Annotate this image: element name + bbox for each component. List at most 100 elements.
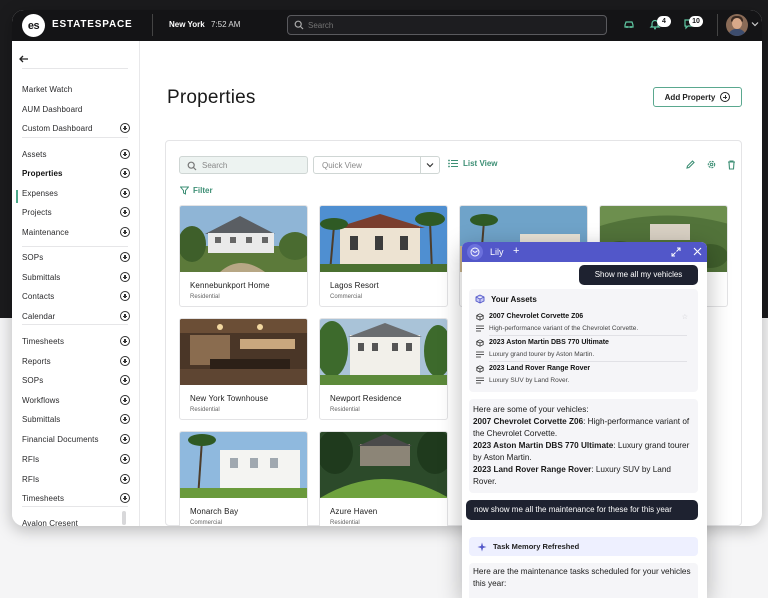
chat-header: Lily + [462,242,707,262]
sidebar-item[interactable]: Projects [22,204,130,220]
sidebar-item[interactable]: Maintenance [22,224,130,240]
sidebar-item[interactable]: AUM Dashboard [22,101,130,117]
global-search[interactable] [287,15,607,35]
plus-circle-icon[interactable] [120,227,130,237]
property-card[interactable]: New York Townhouse Residential [179,318,308,420]
sidebar-item[interactable]: Expenses [22,185,130,201]
property-name: New York Townhouse [190,394,269,403]
page-title: Properties [167,87,256,108]
property-card[interactable]: Newport Residence Residential [319,318,448,420]
property-photo [180,206,307,272]
property-type: Residential [190,407,220,413]
sidebar-item-label: Calendar [22,311,56,321]
plus-circle-icon[interactable] [120,207,130,217]
plus-circle-icon[interactable] [120,454,130,464]
sidebar-item[interactable]: Timesheets [22,490,130,506]
plus-circle-icon[interactable] [120,395,130,405]
filter-button[interactable]: Filter [180,186,213,195]
sidebar-item-label: RFIs [22,474,40,484]
list-view-toggle[interactable]: List View [448,159,498,168]
plus-circle-icon [720,92,731,102]
quick-view-select[interactable]: Quick View [313,156,440,174]
sidebar-item-label: SOPs [22,375,44,385]
sidebar: Market Watch AUM Dashboard Custom Dashboar… [12,41,140,526]
sidebar-item-label: SOPs [22,252,44,262]
cube-icon [475,294,485,304]
property-search[interactable]: Search [179,156,308,174]
sidebar-item[interactable]: Custom Dashboard [22,120,130,136]
property-name: Newport Residence [330,394,402,403]
brand-logo[interactable]: es [22,14,45,37]
property-card[interactable]: Monarch Bay Commercial [179,431,308,526]
car-icon[interactable] [623,18,635,30]
user-message: now show me all the maintenance for thes… [466,500,698,520]
plus-circle-icon[interactable] [120,252,130,262]
sidebar-item-label: Projects [22,207,52,217]
sidebar-item[interactable]: RFIs [22,471,130,487]
plus-circle-icon[interactable] [120,434,130,444]
sidebar-divider [22,324,128,325]
sidebar-item[interactable]: Assets [22,146,130,162]
sidebar-item[interactable]: Submittals [22,411,130,427]
avatar[interactable] [726,14,748,36]
chat-title: Lily [490,247,504,257]
plus-circle-icon[interactable] [120,375,130,385]
sidebar-item-label: Workflows [22,395,60,405]
sidebar-item[interactable]: Avalon Cresent [22,515,130,527]
sidebar-item-label: Custom Dashboard [22,123,93,133]
sidebar-item-label: Submittals [22,272,61,282]
sidebar-item[interactable]: Properties [22,165,130,181]
active-indicator [16,190,18,203]
global-search-input[interactable] [308,18,598,32]
sidebar-item[interactable]: Submittals [22,269,130,285]
lily-logo-icon [467,244,483,260]
property-name: Azure Haven [330,507,378,516]
expand-icon[interactable] [671,247,681,257]
sidebar-divider [22,506,128,507]
arrow-left-icon[interactable] [18,53,30,65]
sidebar-item[interactable]: SOPs [22,372,130,388]
sidebar-item[interactable]: Market Watch [22,81,130,97]
gear-icon[interactable] [706,159,717,170]
sidebar-item[interactable]: Financial Documents [22,431,130,447]
sidebar-scrollbar[interactable] [122,511,126,525]
list-icon [448,159,458,168]
notification-badge: 4 [657,16,671,27]
property-card[interactable]: Lagos Resort Commercial [319,205,448,307]
plus-circle-icon[interactable] [120,474,130,484]
filter-label: Filter [193,186,213,195]
plus-circle-icon[interactable] [120,149,130,159]
plus-circle-icon[interactable] [120,414,130,424]
plus-circle-icon[interactable] [120,272,130,282]
assets-card: Your Assets 2007 Chevrolet Corvette Z06 … [469,289,698,392]
new-chat-icon[interactable]: + [513,245,519,257]
sidebar-item[interactable]: Workflows [22,392,130,408]
sidebar-item[interactable]: RFIs [22,451,130,467]
plus-circle-icon[interactable] [120,311,130,321]
sidebar-item[interactable]: Reports [22,353,130,369]
plus-circle-icon[interactable] [120,493,130,503]
property-photo [320,319,447,385]
sidebar-item[interactable]: SOPs [22,249,130,265]
user-message: Show me all my vehicles [579,265,698,285]
chevron-down-icon[interactable] [751,20,759,28]
property-card[interactable]: Kennebunkport Home Residential [179,205,308,307]
plus-circle-icon[interactable] [120,291,130,301]
sidebar-item[interactable]: Contacts [22,288,130,304]
plus-circle-icon[interactable] [120,356,130,366]
edit-icon[interactable] [685,159,696,170]
sidebar-item[interactable]: Timesheets [22,333,130,349]
plus-circle-icon[interactable] [120,123,130,133]
plus-circle-icon[interactable] [120,336,130,346]
property-card[interactable]: Azure Haven Residential [319,431,448,526]
plus-circle-icon[interactable] [120,168,130,178]
add-property-button[interactable]: Add Property [653,87,742,107]
reply-item: 2023 Aston Martin DBS 770 Ultimate: Luxu… [473,440,694,464]
star-icon[interactable]: ☆ [682,313,688,321]
close-icon[interactable] [693,247,702,256]
plus-circle-icon[interactable] [120,188,130,198]
divider [717,14,718,36]
cube-icon [476,365,484,373]
sidebar-item[interactable]: Calendar [22,308,130,324]
trash-icon[interactable] [726,159,737,170]
